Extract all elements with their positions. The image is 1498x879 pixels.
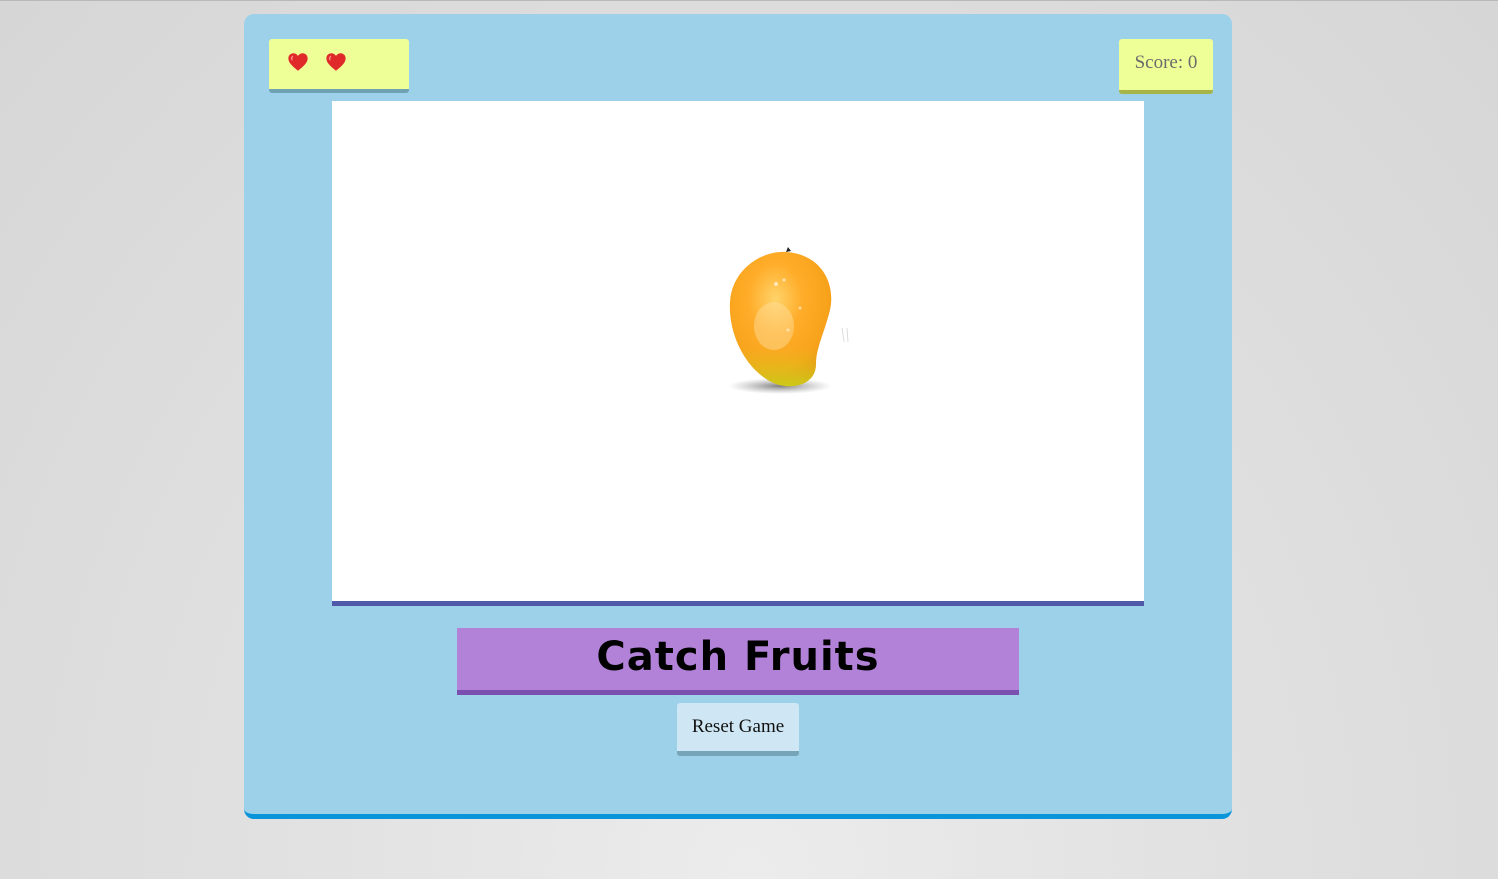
play-area[interactable] — [332, 101, 1144, 606]
heart-icon — [287, 51, 309, 73]
heart-icon — [325, 51, 347, 73]
title-banner: Catch Fruits — [457, 628, 1019, 695]
mango-fruit[interactable] — [724, 246, 856, 398]
score-text: Score: 0 — [1134, 51, 1198, 73]
score-panel: Score: 0 — [1119, 39, 1213, 94]
reset-game-button[interactable]: Reset Game — [677, 703, 799, 756]
lives-panel — [269, 39, 409, 93]
game-container: Score: 0 Catch Fruits Reset Game — [244, 14, 1232, 819]
game-title: Catch Fruits — [596, 634, 880, 680]
window-top-edge — [0, 0, 1498, 1]
